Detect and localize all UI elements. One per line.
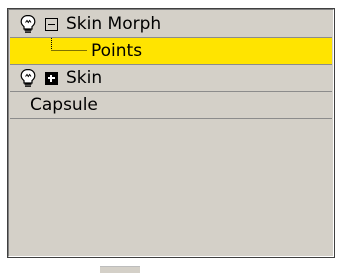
expand-toggle-icon[interactable] <box>45 72 58 85</box>
stack-item-label: Capsule <box>30 95 98 115</box>
stack-item-label: Skin Morph <box>66 14 162 34</box>
stack-item-label: Skin <box>66 68 103 88</box>
collapse-toggle-icon[interactable] <box>45 18 58 31</box>
lightbulb-icon[interactable] <box>19 14 37 34</box>
stack-item-skin[interactable]: Skin <box>10 65 332 92</box>
modifier-stack-panel: Skin Morph Points Skin Capsule <box>7 8 335 258</box>
stack-item-points[interactable]: Points <box>10 38 332 65</box>
stack-item-capsule[interactable]: Capsule <box>10 92 332 119</box>
tree-connector-line <box>51 38 87 51</box>
stack-item-label: Points <box>91 41 143 61</box>
lightbulb-icon[interactable] <box>19 68 37 88</box>
stack-item-skin-morph[interactable]: Skin Morph <box>10 11 332 38</box>
modifier-stack-list: Skin Morph Points Skin Capsule <box>10 11 332 119</box>
